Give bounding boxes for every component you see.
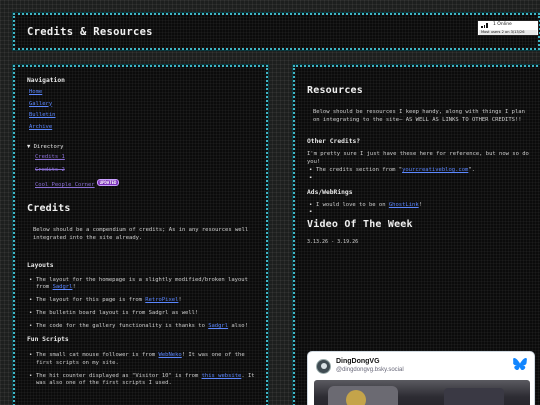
ghostlink-link[interactable]: GhostLink bbox=[389, 202, 419, 208]
online-count: 1 Online bbox=[493, 22, 512, 27]
list-item: The layout for this page is from RetroPi… bbox=[27, 297, 257, 305]
scripts-list: The small cat mouse follower is from Web… bbox=[27, 352, 257, 388]
page-title: Credits & Resources bbox=[27, 26, 153, 38]
bluesky-butterfly-icon[interactable] bbox=[513, 358, 527, 370]
directory-label: Directory bbox=[33, 144, 64, 150]
layout-credit-suffix: ! bbox=[72, 284, 76, 291]
post-image[interactable] bbox=[314, 380, 530, 405]
layouts-list: The layout for the homepage is a slightl… bbox=[27, 277, 257, 331]
layout-credit-suffix: also! bbox=[228, 323, 248, 330]
directory-item-cool-people[interactable]: Cool People Corner UPDATED bbox=[35, 179, 257, 192]
bluesky-handle[interactable]: @dingdongvg.bsky.social bbox=[336, 367, 404, 373]
online-record: Most users 2 on 3/13/26 bbox=[479, 30, 537, 35]
bluesky-embed[interactable]: DingDongVG @dingdongvg.bsky.social bbox=[307, 351, 535, 405]
nav-item-home[interactable]: Home bbox=[27, 89, 257, 101]
right-panel: Resources Below should be resources I ke… bbox=[292, 64, 540, 405]
list-item: I would love to be on GhostLink! bbox=[307, 202, 539, 210]
sadgrl-link[interactable]: Sadgrl bbox=[53, 284, 73, 290]
left-panel: Navigation Home Gallery Bulletin Archive… bbox=[12, 64, 269, 405]
nav-item-bulletin[interactable]: Bulletin bbox=[27, 112, 257, 124]
ads-webrings-heading: Ads/WebRings bbox=[307, 188, 353, 196]
image-shape bbox=[444, 388, 504, 405]
directory-link-cool-people[interactable]: Cool People Corner bbox=[35, 182, 95, 188]
hit-counter-link[interactable]: this website bbox=[202, 373, 242, 379]
other-credits-list: The credits section from "yourcreativebl… bbox=[307, 167, 539, 182]
yourcreativeblog-link[interactable]: yourcreativeblog.com bbox=[402, 167, 468, 173]
layout-credit-text: The layout for this page is from bbox=[36, 297, 146, 304]
image-shape bbox=[346, 390, 366, 405]
layouts-heading: Layouts bbox=[27, 261, 54, 269]
script-credit-text: The small cat mouse follower is from bbox=[36, 352, 159, 359]
list-item-text: The credits section from " bbox=[316, 167, 403, 173]
signal-bars-icon bbox=[481, 22, 488, 28]
directory-link-credits-2[interactable]: Credits 2 bbox=[35, 167, 65, 173]
resources-intro: Below should be resources I keep handy, … bbox=[313, 109, 525, 123]
sadgrl-link[interactable]: Sadgrl bbox=[208, 323, 228, 329]
list-item: The layout for the homepage is a slightl… bbox=[27, 277, 257, 292]
directory-link-credits-1[interactable]: Credits 1 bbox=[35, 154, 65, 160]
list-item: The hit counter displayed as "Visitor 10… bbox=[27, 373, 257, 388]
nav-link-home[interactable]: Home bbox=[29, 89, 42, 95]
retropixel-link[interactable]: RetroPixel bbox=[145, 297, 178, 303]
script-credit-text: The hit counter displayed as "Visitor 10… bbox=[36, 372, 202, 379]
layout-credit-text: The bulletin board layout is from Sadgrl… bbox=[36, 310, 199, 317]
nav-link-bulletin[interactable]: Bulletin bbox=[29, 112, 56, 118]
triangle-down-icon: ▼ bbox=[27, 144, 31, 150]
nav-item-gallery[interactable]: Gallery bbox=[27, 101, 257, 113]
list-item: The small cat mouse follower is from Web… bbox=[27, 352, 257, 367]
header-panel: Credits & Resources bbox=[12, 12, 540, 51]
avatar[interactable] bbox=[316, 359, 331, 374]
resources-title: Resources bbox=[307, 85, 363, 96]
layout-credit-suffix: ! bbox=[178, 297, 182, 304]
directory-item-credits-2[interactable]: Credits 2 bbox=[35, 167, 257, 180]
layout-credit-text: The code for the gallery functionality i… bbox=[36, 323, 209, 330]
online-counter[interactable]: 1 Online Most users 2 on 3/13/26 bbox=[477, 20, 539, 36]
list-item-suffix: ! bbox=[418, 201, 422, 208]
list-item: The bulletin board layout is from Sadgrl… bbox=[27, 310, 257, 318]
list-item: The code for the gallery functionality i… bbox=[27, 323, 257, 331]
nav-link-gallery[interactable]: Gallery bbox=[29, 101, 52, 107]
nav-item-archive[interactable]: Archive bbox=[27, 124, 257, 136]
scripts-heading: Fun Scripts bbox=[27, 336, 69, 344]
other-credits-text: I'm pretty sure I just have these here f… bbox=[307, 151, 529, 165]
video-date-range: 3.13.26 - 3.19.26 bbox=[307, 239, 359, 245]
credits-title: Credits bbox=[27, 202, 71, 214]
list-item-suffix: ". bbox=[468, 167, 475, 173]
directory-toggle[interactable]: ▼ Directory bbox=[27, 144, 257, 150]
nav-link-archive[interactable]: Archive bbox=[29, 124, 52, 130]
bluesky-display-name[interactable]: DingDongVG bbox=[336, 358, 380, 365]
directory-item-credits-1[interactable]: Credits 1 bbox=[35, 154, 257, 167]
ads-webrings-list: I would love to be on GhostLink! bbox=[307, 202, 539, 217]
webneko-link[interactable]: WebNeko bbox=[159, 352, 182, 358]
list-item: The credits section from "yourcreativebl… bbox=[307, 167, 539, 175]
directory-list: Credits 1 Credits 2 Cool People Corner UP… bbox=[27, 154, 257, 192]
nav-list: Home Gallery Bulletin Archive bbox=[27, 89, 257, 135]
nav-heading: Navigation bbox=[27, 77, 65, 84]
video-of-week-title: Video Of The Week bbox=[307, 219, 413, 230]
updated-badge: UPDATED bbox=[96, 179, 120, 186]
credits-intro: Below should be a compendium of credits;… bbox=[33, 226, 249, 241]
list-item-text: I would love to be on bbox=[316, 201, 389, 208]
other-credits-heading: Other Credits? bbox=[307, 138, 361, 145]
